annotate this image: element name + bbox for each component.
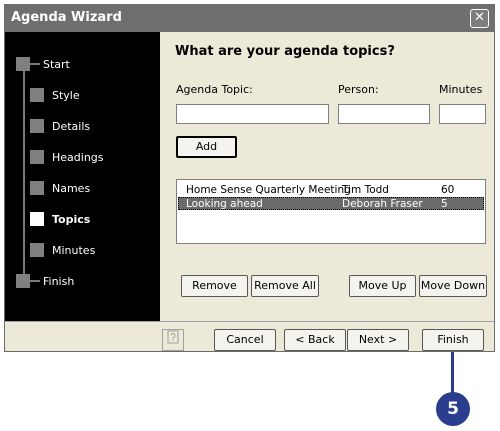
minutes-cell: 5 bbox=[441, 198, 448, 210]
window-title: Agenda Wizard bbox=[11, 10, 122, 25]
step-details[interactable]: Details bbox=[5, 117, 160, 137]
title-bar: Agenda Wizard ✕ bbox=[5, 5, 494, 32]
footer-divider bbox=[5, 321, 494, 322]
person-cell: Deborah Fraser bbox=[342, 198, 423, 210]
add-button[interactable]: Add bbox=[176, 136, 237, 158]
agenda-wizard-dialog: Agenda Wizard ✕ Start Style Details Head… bbox=[4, 4, 495, 352]
agenda-topic-label: Agenda Topic: bbox=[176, 83, 253, 96]
cancel-button[interactable]: Cancel bbox=[214, 329, 276, 351]
help-icon[interactable] bbox=[162, 329, 184, 351]
step-label: Topics bbox=[52, 213, 91, 226]
callout-line bbox=[451, 352, 454, 394]
person-label: Person: bbox=[338, 83, 379, 96]
step-marker bbox=[30, 181, 44, 195]
minutes-label: Minutes bbox=[439, 83, 483, 96]
step-callout-badge: 5 bbox=[436, 392, 470, 426]
step-label: Finish bbox=[43, 275, 75, 288]
person-cell: Tim Todd bbox=[342, 184, 389, 196]
step-tick bbox=[30, 280, 40, 282]
step-minutes[interactable]: Minutes bbox=[5, 241, 160, 261]
step-marker bbox=[30, 243, 44, 257]
step-marker bbox=[30, 119, 44, 133]
step-marker bbox=[30, 88, 44, 102]
topic-cell: Home Sense Quarterly Meeting bbox=[186, 184, 351, 196]
step-topics[interactable]: Topics bbox=[5, 210, 160, 230]
help-icon-glyph bbox=[167, 330, 179, 344]
step-start[interactable]: Start bbox=[5, 55, 160, 75]
step-names[interactable]: Names bbox=[5, 179, 160, 199]
topic-cell: Looking ahead bbox=[186, 198, 263, 210]
agenda-topic-input[interactable] bbox=[176, 104, 329, 124]
step-style[interactable]: Style bbox=[5, 86, 160, 106]
step-headings[interactable]: Headings bbox=[5, 148, 160, 168]
move-up-button[interactable]: Move Up bbox=[349, 275, 416, 297]
move-down-button[interactable]: Move Down bbox=[419, 275, 487, 297]
step-label: Details bbox=[52, 120, 91, 133]
finish-button[interactable]: Finish bbox=[422, 329, 484, 351]
step-tick bbox=[30, 63, 40, 65]
page-title: What are your agenda topics? bbox=[175, 44, 395, 59]
remove-button[interactable]: Remove bbox=[181, 275, 248, 297]
back-button[interactable]: < Back bbox=[284, 329, 346, 351]
list-item-selected[interactable]: Looking ahead Deborah Fraser 5 bbox=[178, 197, 484, 210]
minutes-input[interactable] bbox=[439, 104, 486, 124]
step-marker bbox=[16, 57, 30, 71]
step-label: Minutes bbox=[52, 244, 96, 257]
topics-list[interactable]: Home Sense Quarterly Meeting Tim Todd 60… bbox=[176, 179, 486, 244]
step-label: Style bbox=[52, 89, 80, 102]
wizard-steps-panel: Start Style Details Headings Names Topic… bbox=[5, 32, 160, 321]
step-label: Names bbox=[52, 182, 91, 195]
step-label: Start bbox=[43, 58, 70, 71]
list-item[interactable]: Home Sense Quarterly Meeting Tim Todd 60 bbox=[178, 184, 484, 197]
person-input[interactable] bbox=[338, 104, 430, 124]
step-marker bbox=[30, 150, 44, 164]
step-label: Headings bbox=[52, 151, 104, 164]
next-button[interactable]: Next > bbox=[347, 329, 409, 351]
topics-page: What are your agenda topics? Agenda Topi… bbox=[160, 32, 494, 321]
step-finish[interactable]: Finish bbox=[5, 272, 160, 292]
step-marker-active bbox=[30, 212, 44, 226]
close-icon[interactable]: ✕ bbox=[470, 9, 489, 28]
remove-all-button[interactable]: Remove All bbox=[251, 275, 319, 297]
step-marker bbox=[16, 274, 30, 288]
minutes-cell: 60 bbox=[441, 184, 455, 196]
